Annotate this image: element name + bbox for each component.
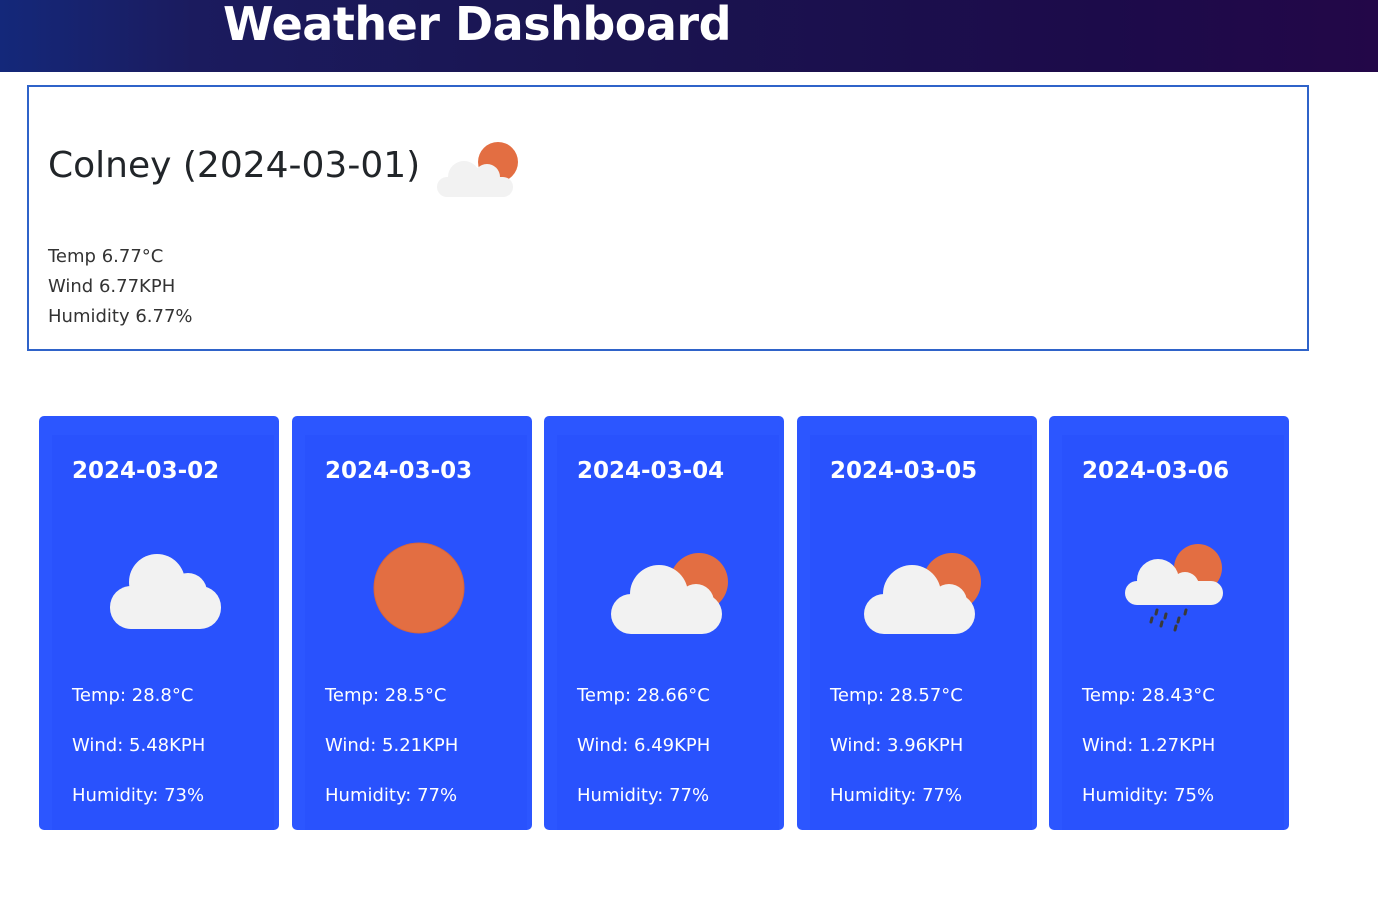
forecast-date: 2024-03-02 xyxy=(72,458,220,484)
forecast-humidity: Humidity: 77% xyxy=(577,785,710,806)
current-wind: Wind 6.77KPH xyxy=(48,276,176,297)
forecast-wind: Wind: 1.27KPH xyxy=(1082,735,1216,756)
current-humidity: Humidity 6.77% xyxy=(48,306,193,327)
forecast-card: 2024-03-02 Temp: 28.8°C Wind: 5.48KPH Hu… xyxy=(39,416,279,830)
page-title: Weather Dashboard xyxy=(223,0,732,51)
forecast-wind: Wind: 3.96KPH xyxy=(830,735,964,756)
sun-icon xyxy=(373,542,465,634)
forecast-date: 2024-03-05 xyxy=(830,458,978,484)
forecast-card: 2024-03-06 Temp: 28.43°C Wind: 1.27KPH H… xyxy=(1049,416,1289,830)
forecast-card: 2024-03-04 Temp: 28.66°C Wind: 6.49KPH H… xyxy=(544,416,784,830)
cloud-icon xyxy=(110,554,221,629)
forecast-temp: Temp: 28.66°C xyxy=(577,685,710,706)
page-header: Weather Dashboard xyxy=(0,0,1378,72)
forecast-humidity: Humidity: 77% xyxy=(325,785,458,806)
forecast-temp: Temp: 28.57°C xyxy=(830,685,963,706)
forecast-temp: Temp: 28.8°C xyxy=(72,685,194,706)
current-weather-panel: Colney (2024-03-01) Temp 6.77°C Wind 6.7… xyxy=(27,85,1309,351)
partly-cloudy-icon xyxy=(437,142,518,197)
partly-cloudy-icon xyxy=(611,553,728,634)
forecast-humidity: Humidity: 73% xyxy=(72,785,205,806)
partly-cloudy-icon xyxy=(864,553,981,634)
forecast-humidity: Humidity: 75% xyxy=(1082,785,1215,806)
rain-sun-icon xyxy=(1125,544,1223,632)
forecast-temp: Temp: 28.43°C xyxy=(1082,685,1215,706)
current-temp: Temp 6.77°C xyxy=(48,246,164,267)
forecast-wind: Wind: 6.49KPH xyxy=(577,735,711,756)
forecast-date: 2024-03-06 xyxy=(1082,458,1230,484)
forecast-date: 2024-03-03 xyxy=(325,458,473,484)
forecast-card: 2024-03-05 Temp: 28.57°C Wind: 3.96KPH H… xyxy=(797,416,1037,830)
forecast-date: 2024-03-04 xyxy=(577,458,725,484)
forecast-humidity: Humidity: 77% xyxy=(830,785,963,806)
forecast-card: 2024-03-03 Temp: 28.5°C Wind: 5.21KPH Hu… xyxy=(292,416,532,830)
current-city-date: Colney (2024-03-01) xyxy=(48,145,421,186)
forecast-temp: Temp: 28.5°C xyxy=(325,685,447,706)
forecast-wind: Wind: 5.21KPH xyxy=(325,735,459,756)
forecast-wind: Wind: 5.48KPH xyxy=(72,735,206,756)
